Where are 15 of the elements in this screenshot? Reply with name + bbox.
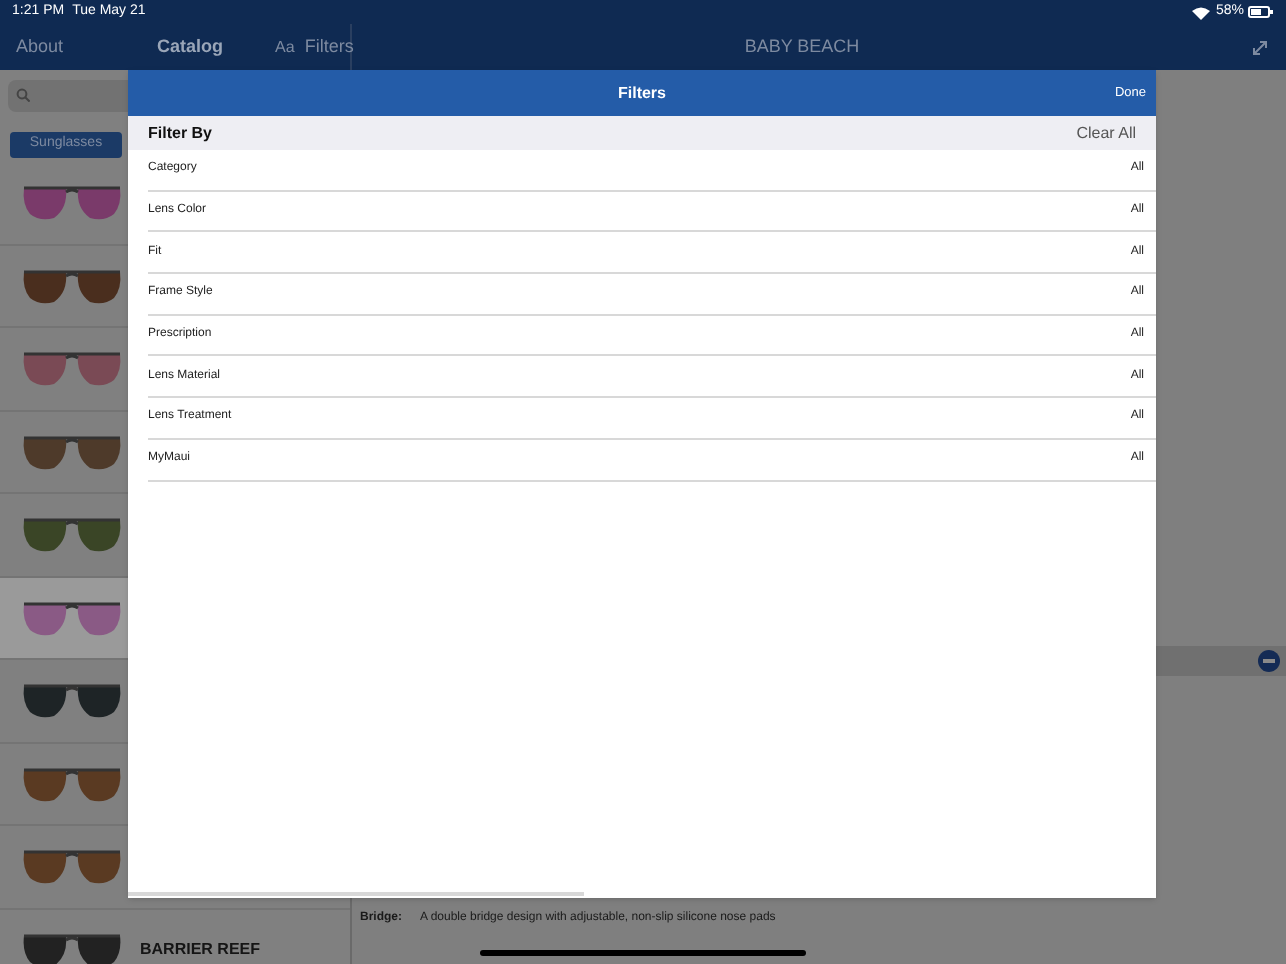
clear-all-button[interactable]: Clear All: [1076, 121, 1136, 145]
product-title: BABY BEACH: [742, 33, 862, 60]
minus-icon[interactable]: [1258, 650, 1280, 672]
wifi-icon: [1191, 5, 1210, 19]
font-size-button[interactable]: Aa: [275, 35, 295, 59]
product-row[interactable]: BARRIER REEF: [0, 909, 350, 964]
catalog-tab[interactable]: Catalog: [157, 33, 224, 61]
expand-icon[interactable]: [1252, 39, 1268, 55]
filters-button[interactable]: Filters: [304, 33, 354, 61]
product-name: BARRIER REEF: [140, 937, 261, 962]
modal-title: Filters: [617, 81, 666, 105]
search-icon: [16, 88, 30, 102]
section-header: Filter By: [148, 121, 213, 145]
battery-icon: [1248, 6, 1274, 18]
about-link[interactable]: About: [16, 33, 64, 61]
